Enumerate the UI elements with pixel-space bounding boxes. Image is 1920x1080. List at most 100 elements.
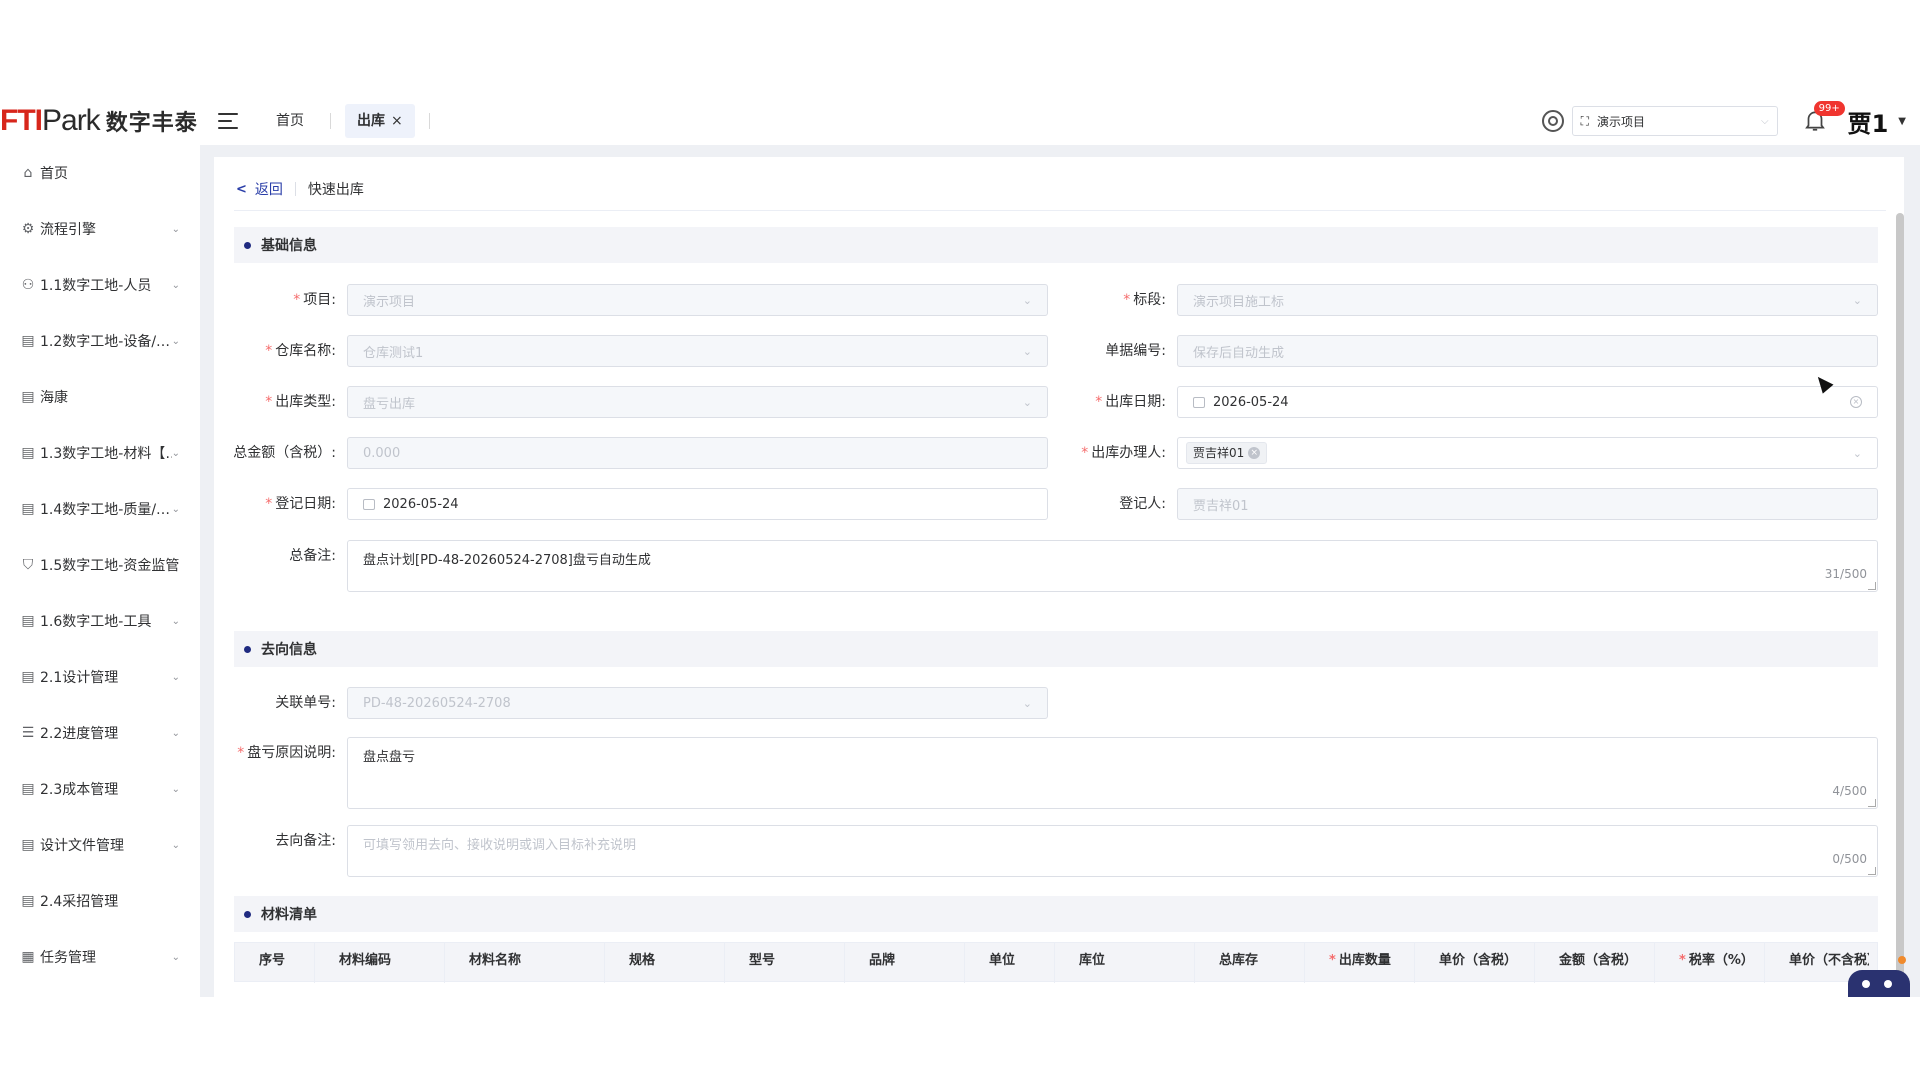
warehouse-label: * 仓库名称: bbox=[265, 343, 336, 359]
doc-no-label: 单据编号: bbox=[1105, 343, 1166, 359]
dest-remark-label: 去向备注: bbox=[275, 833, 336, 849]
chevron-left-icon: < bbox=[236, 181, 247, 197]
briefcase-icon: ▦ bbox=[21, 949, 35, 965]
calendar-icon bbox=[363, 498, 375, 510]
project-select-value: 演示项目 bbox=[1597, 114, 1646, 129]
registrant-field[interactable]: 贾吉祥01 bbox=[1177, 488, 1878, 520]
doc-icon: ▤ bbox=[21, 445, 35, 461]
sidebar-item-progress[interactable]: ☰ 2.2进度管理 ⌄ bbox=[0, 705, 200, 761]
sidebar-item-equipment[interactable]: ▤ 1.2数字工地-设备/… ⌄ bbox=[0, 313, 200, 369]
related-no-select-field[interactable]: PD-48-20260524-2708 ⌄ bbox=[347, 687, 1048, 719]
logo-mark: FTIPark bbox=[0, 104, 101, 137]
sidebar-item-hikvision[interactable]: ▤ 海康 bbox=[0, 369, 200, 425]
total-amount-field[interactable]: 0.000 bbox=[347, 437, 1048, 469]
sidebar-item-tasks[interactable]: ▦ 任务管理 ⌄ bbox=[0, 929, 200, 985]
column-header: 金额（含税） bbox=[1535, 943, 1655, 983]
handler-select-field[interactable]: 贾吉祥01 × ⌄ bbox=[1177, 437, 1878, 469]
resize-handle[interactable] bbox=[1868, 582, 1876, 590]
sidebar-item-workflow[interactable]: ⚙ 流程引擎 ⌄ bbox=[0, 201, 200, 257]
registrant-label: 登记人: bbox=[1119, 496, 1166, 512]
tab-bar: 首页 出库 × bbox=[264, 97, 444, 145]
sidebar-item-materials[interactable]: ▤ 1.3数字工地-材料【… ⌄ bbox=[0, 425, 200, 481]
sidebar-item-tools[interactable]: ▤ 1.6数字工地-工具 ⌄ bbox=[0, 593, 200, 649]
out-type-select-field[interactable]: 盘亏出库 ⌄ bbox=[347, 386, 1048, 418]
project-select-field[interactable]: 演示项目 ⌄ bbox=[347, 284, 1048, 316]
column-header: * 税率（%） bbox=[1655, 943, 1765, 983]
divider bbox=[234, 210, 1886, 211]
chevron-down-icon: ⌵ bbox=[1761, 115, 1769, 127]
chevron-down-icon: ⌄ bbox=[171, 503, 180, 515]
materials-table-header: 序号 材料编码 材料名称 规格 型号 品牌 单位 库位 总库存 * 出库数量 单价… bbox=[234, 942, 1878, 983]
notification-bell-icon[interactable]: 99+ bbox=[1802, 101, 1845, 135]
chevron-down-icon: ⌄ bbox=[171, 279, 180, 291]
resize-handle[interactable] bbox=[1868, 867, 1876, 875]
chevron-down-icon: ⌄ bbox=[1022, 696, 1032, 710]
chevron-down-icon: ⌄ bbox=[171, 727, 180, 739]
char-count: 31/500 bbox=[1824, 567, 1867, 581]
handler-label: * 出库办理人: bbox=[1081, 445, 1166, 461]
column-header: 规格 bbox=[605, 943, 725, 983]
sidebar-item-design-files[interactable]: ▤ 设计文件管理 ⌄ bbox=[0, 817, 200, 873]
tag-close-icon[interactable]: × bbox=[1248, 447, 1261, 459]
assistant-robot-icon[interactable] bbox=[1848, 970, 1910, 997]
header-right: ⛶ 演示项目 ⌵ 99+ 贾1 ▼ bbox=[1541, 97, 1906, 145]
support-icon[interactable] bbox=[1541, 110, 1564, 132]
assistant-antenna-icon bbox=[1898, 956, 1906, 964]
sidebar-item-design[interactable]: ▤ 2.1设计管理 ⌄ bbox=[0, 649, 200, 705]
location-icon: ⛶ bbox=[1580, 113, 1589, 128]
project-label: * 项目: bbox=[293, 292, 336, 308]
doc-icon: ▤ bbox=[21, 501, 35, 517]
section-select-field[interactable]: 演示项目施工标 ⌄ bbox=[1177, 284, 1878, 316]
notification-badge: 99+ bbox=[1813, 101, 1845, 116]
column-header: 材料名称 bbox=[445, 943, 605, 983]
related-no-label: 关联单号: bbox=[275, 695, 336, 711]
bullet-dot bbox=[244, 645, 251, 653]
chevron-down-icon: ⌄ bbox=[1022, 395, 1032, 409]
calendar-icon bbox=[1193, 396, 1205, 408]
breadcrumb: < 返回 快速出库 bbox=[236, 179, 364, 199]
back-button[interactable]: < 返回 bbox=[236, 179, 283, 199]
warehouse-select-field[interactable]: 仓库测试1 ⌄ bbox=[347, 335, 1048, 367]
sidebar-item-funds[interactable]: ⛉ 1.5数字工地-资金监管 bbox=[0, 537, 200, 593]
form-card: < 返回 快速出库 基础信息 * 项目: 演示项目 ⌄ * 标段: 演示项目施工标 ⌄ *… bbox=[214, 157, 1904, 997]
sidebar: ⌂ 首页 ⚙ 流程引擎 ⌄ ⚇ 1.1数字工地-人员 ⌄ ▤ 1.2数字工地-设备/… ⌄ ▤… bbox=[0, 145, 200, 997]
caret-down-icon[interactable]: ▼ bbox=[1898, 116, 1906, 127]
char-count: 0/500 bbox=[1832, 852, 1867, 866]
out-date-label: * 出库日期: bbox=[1095, 394, 1166, 410]
dest-remark-textarea[interactable]: 可填写领用去向、接收说明或调入目标补充说明 0/500 bbox=[347, 825, 1878, 877]
project-select[interactable]: ⛶ 演示项目 ⌵ bbox=[1571, 106, 1778, 136]
chevron-down-icon: ⌄ bbox=[1852, 293, 1862, 307]
reg-date-picker[interactable]: 2026-05-24 bbox=[347, 488, 1048, 520]
clear-icon[interactable]: × bbox=[1850, 396, 1862, 408]
sidebar-item-cost[interactable]: ▤ 2.3成本管理 ⌄ bbox=[0, 761, 200, 817]
column-header: 型号 bbox=[725, 943, 845, 983]
out-date-picker[interactable]: 2026-05-24 × bbox=[1177, 386, 1878, 418]
sidebar-item-quality[interactable]: ▤ 1.4数字工地-质量/… ⌄ bbox=[0, 481, 200, 537]
page-title: 快速出库 bbox=[307, 182, 364, 198]
chevron-down-icon: ⌄ bbox=[171, 839, 180, 851]
workflow-icon: ⚙ bbox=[21, 221, 35, 237]
sidebar-item-procurement[interactable]: ▤ 2.4采招管理 bbox=[0, 873, 200, 929]
user-name[interactable]: 贾1 bbox=[1848, 104, 1889, 139]
column-header: 序号 bbox=[235, 943, 315, 983]
tab-divider bbox=[428, 113, 430, 129]
out-type-label: * 出库类型: bbox=[265, 394, 336, 410]
sidebar-item-personnel[interactable]: ⚇ 1.1数字工地-人员 ⌄ bbox=[0, 257, 200, 313]
shield-icon: ⛉ bbox=[22, 557, 34, 573]
people-icon: ⚇ bbox=[21, 277, 35, 293]
tab-home[interactable]: 首页 bbox=[264, 104, 316, 138]
logo-chinese-name: 数字丰泰 bbox=[105, 111, 198, 136]
doc-icon: ▤ bbox=[21, 837, 35, 853]
tab-close-icon[interactable]: × bbox=[391, 104, 403, 138]
chevron-down-icon: ⌄ bbox=[1022, 344, 1032, 358]
doc-no-field[interactable]: 保存后自动生成 bbox=[1177, 335, 1878, 367]
loss-reason-textarea[interactable]: 盘点盘亏 4/500 bbox=[347, 737, 1878, 809]
vertical-scrollbar[interactable] bbox=[1896, 213, 1904, 997]
chevron-down-icon: ⌄ bbox=[1022, 293, 1032, 307]
sidebar-item-home[interactable]: ⌂ 首页 bbox=[0, 145, 200, 201]
tab-outbound[interactable]: 出库 × bbox=[345, 104, 415, 138]
resize-handle[interactable] bbox=[1868, 799, 1876, 807]
remark-textarea[interactable]: 盘点计划[PD-48-20260524-2708]盘亏自动生成 31/500 bbox=[347, 540, 1878, 592]
menu-toggle-icon[interactable] bbox=[218, 113, 238, 129]
column-header: 材料编码 bbox=[315, 943, 445, 983]
